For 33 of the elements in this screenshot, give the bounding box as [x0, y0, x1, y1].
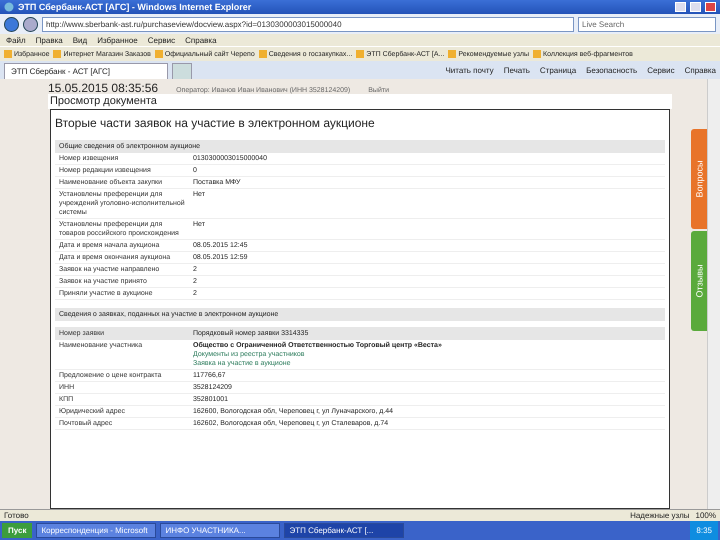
menu-item[interactable]: Справка — [185, 36, 217, 44]
new-tab-button[interactable] — [172, 63, 192, 79]
document-title: Вторые части заявок на участие в электронном аукционе — [55, 116, 376, 130]
command-button[interactable]: Безопасность — [586, 66, 638, 74]
command-button[interactable]: Читать почту — [445, 66, 494, 74]
search-field[interactable]: Live Search — [578, 16, 716, 32]
taskbar-button[interactable]: ЭТП Сбербанк-АСТ [... — [284, 523, 404, 538]
menu-item[interactable]: Вид — [72, 36, 88, 44]
taskbar-button[interactable]: ИНФО УЧАСТНИКА... — [160, 523, 280, 538]
date-time: 15.05.2015 08:35:56 — [48, 81, 158, 95]
window-title: ЭТП Сбербанк-АСТ [АГС] - Windows Internet Explorer — [18, 2, 252, 12]
menu-item[interactable]: Избранное — [97, 36, 138, 44]
globe-icon — [4, 2, 14, 12]
minimize-button[interactable] — [675, 2, 686, 12]
taskbar-button[interactable]: Корреспонденция - Microsoft — [36, 523, 156, 538]
browser-tab[interactable]: ЭТП Сбербанк - АСТ [АГС] — [4, 63, 168, 79]
menu-item[interactable]: Правка — [36, 36, 63, 44]
close-button[interactable] — [705, 2, 716, 12]
clock: 8:35 — [690, 521, 718, 540]
status-text: Готово — [4, 511, 29, 520]
command-button[interactable]: Страница — [540, 66, 576, 74]
command-button[interactable]: Справка — [684, 66, 716, 74]
security-zone: Надежные узлы — [630, 511, 690, 520]
forward-button[interactable] — [23, 16, 38, 32]
command-button[interactable]: Печать — [504, 66, 530, 74]
command-button[interactable]: Сервис — [647, 66, 675, 74]
page-heading: Просмотр документа — [48, 94, 672, 109]
back-button[interactable] — [4, 16, 19, 32]
menu-item[interactable]: Файл — [6, 36, 26, 44]
menu-item[interactable]: Сервис — [148, 36, 176, 44]
maximize-button[interactable] — [690, 2, 701, 12]
address-field[interactable]: http://www.sberbank-ast.ru/purchaseview/docview.aspx?id=0130300003015000040 — [42, 16, 574, 32]
zoom-level[interactable]: 100% — [696, 511, 716, 520]
